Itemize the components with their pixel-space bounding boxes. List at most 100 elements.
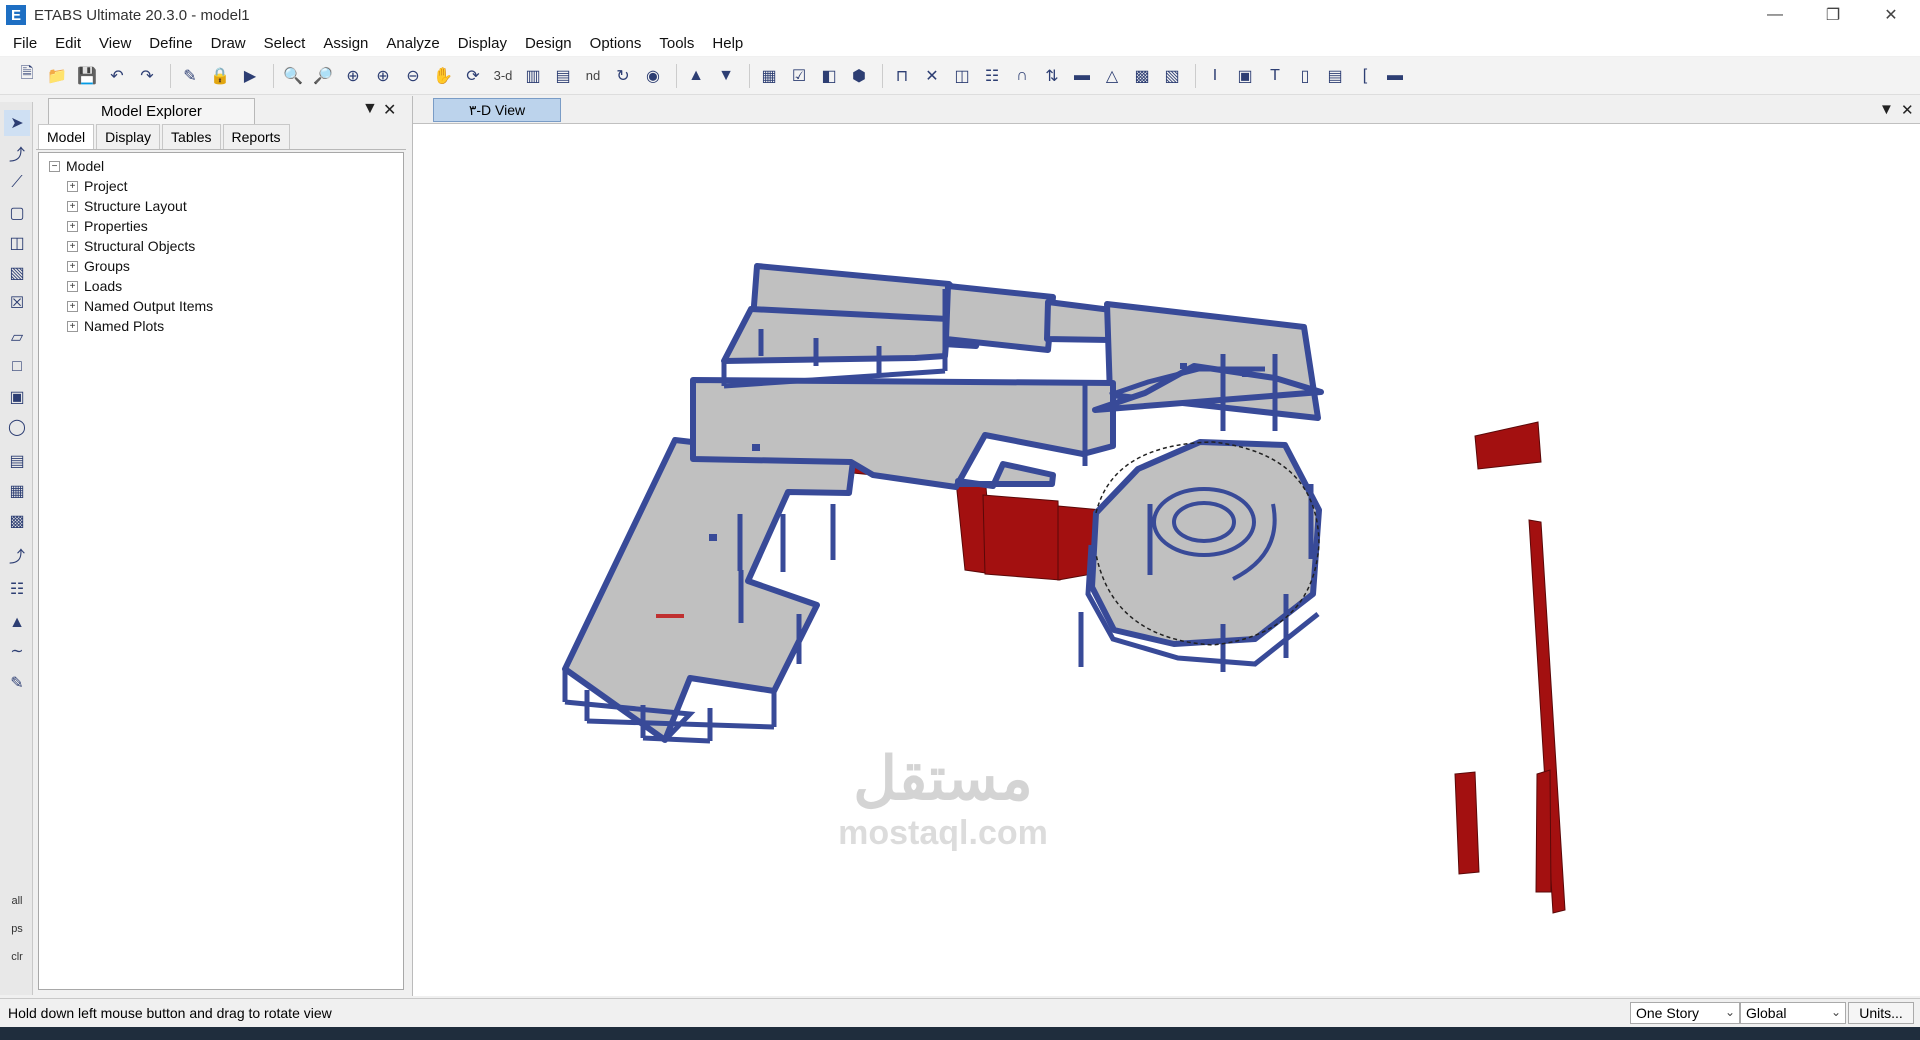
nd-button[interactable]: nd xyxy=(580,62,606,90)
tree-item-loads[interactable]: + Loads xyxy=(67,278,122,294)
tree-item-structure-layout[interactable]: + Structure Layout xyxy=(67,198,187,214)
minimize-icon[interactable]: — xyxy=(1746,0,1804,30)
zoom-out-icon[interactable]: ⊖ xyxy=(400,62,426,90)
section-box-icon[interactable]: ▣ xyxy=(1232,62,1258,90)
draw-link-icon[interactable]: ⤴ xyxy=(4,542,30,568)
expand-icon[interactable]: + xyxy=(67,220,78,232)
view-3d-button[interactable]: 3-d xyxy=(490,62,516,90)
i-beam-icon[interactable]: I xyxy=(1202,62,1228,90)
draw-wall-icon[interactable]: ▤ xyxy=(4,448,30,474)
draw-frame-icon[interactable]: ▢ xyxy=(4,200,30,226)
tree-item-properties[interactable]: + Properties xyxy=(67,218,148,234)
tree-item-named-output-items[interactable]: + Named Output Items xyxy=(67,298,213,314)
close-icon[interactable]: ✕ xyxy=(1862,0,1920,30)
menu-help[interactable]: Help xyxy=(703,35,752,52)
menu-display[interactable]: Display xyxy=(449,35,516,52)
object-shrink-icon[interactable]: ◧ xyxy=(816,62,842,90)
save-icon[interactable]: 💾 xyxy=(74,62,100,90)
collapse-icon[interactable]: − xyxy=(49,160,60,172)
menu-edit[interactable]: Edit xyxy=(46,35,90,52)
arrows-icon[interactable]: ⇅ xyxy=(1039,62,1065,90)
perspective-icon[interactable]: ◉ xyxy=(640,62,666,90)
draw-brace-icon[interactable]: ☒ xyxy=(4,290,30,316)
close-icon[interactable]: ✕ xyxy=(1901,101,1914,119)
tree-item-groups[interactable]: + Groups xyxy=(67,258,130,274)
portal-icon[interactable]: ∩ xyxy=(1009,62,1035,90)
menu-design[interactable]: Design xyxy=(516,35,581,52)
expand-icon[interactable]: + xyxy=(67,180,78,192)
column-icon[interactable]: ◫ xyxy=(949,62,975,90)
structure-3d-model[interactable] xyxy=(413,124,1920,996)
beam-icon[interactable]: ▬ xyxy=(1069,62,1095,90)
coord-system-selector[interactable]: Global ⌄ xyxy=(1740,1002,1846,1024)
tree-item-named-plots[interactable]: + Named Plots xyxy=(67,318,164,334)
draw-floor-icon[interactable]: ▱ xyxy=(4,324,30,350)
tree-item-structural-objects[interactable]: + Structural Objects xyxy=(67,238,195,254)
tree-item-project[interactable]: + Project xyxy=(67,178,128,194)
zoom-rubber-icon[interactable]: 🔎 xyxy=(310,62,336,90)
draw-opening-icon[interactable]: ◯ xyxy=(4,414,30,440)
menu-define[interactable]: Define xyxy=(140,35,201,52)
slab-icon[interactable]: ▤ xyxy=(1322,62,1348,90)
menu-analyze[interactable]: Analyze xyxy=(377,35,448,52)
model-3d-canvas[interactable]: مستقل mostaql.com xyxy=(413,124,1920,996)
move-up-icon[interactable]: ▲ xyxy=(683,62,709,90)
pointer-icon[interactable]: ➤ xyxy=(4,110,30,136)
move-down-icon[interactable]: ▼ xyxy=(713,62,739,90)
draw-tendon-icon[interactable]: ▲ xyxy=(4,610,30,636)
dimension-icon[interactable]: ✎ xyxy=(4,670,30,696)
draw-line-icon[interactable]: ⟋ xyxy=(4,170,30,196)
rotate-icon[interactable]: ⟳ xyxy=(460,62,486,90)
reshape-icon[interactable]: ⤴ xyxy=(4,140,30,166)
undo-icon[interactable]: ↶ xyxy=(104,62,130,90)
previous-selection-button[interactable]: ps xyxy=(4,916,30,942)
view-xy-icon[interactable]: ▥ xyxy=(520,62,546,90)
expand-icon[interactable]: + xyxy=(67,300,78,312)
menu-draw[interactable]: Draw xyxy=(202,35,255,52)
draw-grid-icon[interactable]: ☷ xyxy=(4,576,30,602)
restore-icon[interactable]: ❐ xyxy=(1804,0,1862,30)
open-icon[interactable]: 📁 xyxy=(44,62,70,90)
close-icon[interactable]: ✕ xyxy=(383,100,396,120)
frame-icon[interactable]: ⊓ xyxy=(889,62,915,90)
menu-assign[interactable]: Assign xyxy=(314,35,377,52)
i-section-icon[interactable]: ▯ xyxy=(1292,62,1318,90)
view-xz-icon[interactable]: ▤ xyxy=(550,62,576,90)
model-explorer-title[interactable]: Model Explorer xyxy=(48,98,255,124)
grid-icon[interactable]: ☷ xyxy=(979,62,1005,90)
deck-icon[interactable]: ▧ xyxy=(1159,62,1185,90)
check-icon[interactable]: ☑ xyxy=(786,62,812,90)
draw-column-icon[interactable]: ◫ xyxy=(4,230,30,256)
tab-reports[interactable]: Reports xyxy=(222,124,290,149)
brace-icon[interactable]: ✕ xyxy=(919,62,945,90)
quick-floor-icon[interactable]: ▣ xyxy=(4,384,30,410)
t-section-icon[interactable]: T xyxy=(1262,62,1288,90)
pan-icon[interactable]: ✋ xyxy=(430,62,456,90)
clear-selection-button[interactable]: clr xyxy=(4,944,30,970)
tab-model[interactable]: Model xyxy=(38,124,95,149)
wall-opening-icon[interactable]: ▩ xyxy=(4,508,30,534)
expand-icon[interactable]: + xyxy=(67,240,78,252)
zoom-in-icon[interactable]: ⊕ xyxy=(370,62,396,90)
units-button[interactable]: Units... xyxy=(1848,1002,1914,1024)
run-icon[interactable]: ▶ xyxy=(237,62,263,90)
menu-view[interactable]: View xyxy=(90,35,140,52)
expand-icon[interactable]: + xyxy=(67,260,78,272)
menu-file[interactable]: File xyxy=(4,35,46,52)
draw-curve-icon[interactable]: ∼ xyxy=(4,638,30,664)
menu-select[interactable]: Select xyxy=(255,35,315,52)
zoom-extents-icon[interactable]: ⊕ xyxy=(340,62,366,90)
new-file-icon[interactable]: 🗎 xyxy=(14,62,40,90)
dropdown-arrow-icon[interactable]: ▼ xyxy=(1879,101,1894,118)
dropdown-arrow-icon[interactable]: ▼ xyxy=(362,100,378,118)
expand-icon[interactable]: + xyxy=(67,200,78,212)
menu-options[interactable]: Options xyxy=(581,35,651,52)
lock-icon[interactable]: 🔒 xyxy=(207,62,233,90)
redo-icon[interactable]: ↷ xyxy=(134,62,160,90)
draw-beam-icon[interactable]: ▧ xyxy=(4,260,30,286)
tab-tables[interactable]: Tables xyxy=(162,124,221,149)
menu-tools[interactable]: Tools xyxy=(650,35,703,52)
draw-rect-floor-icon[interactable]: □ xyxy=(4,354,30,380)
expand-icon[interactable]: + xyxy=(67,320,78,332)
quick-wall-icon[interactable]: ▦ xyxy=(4,478,30,504)
